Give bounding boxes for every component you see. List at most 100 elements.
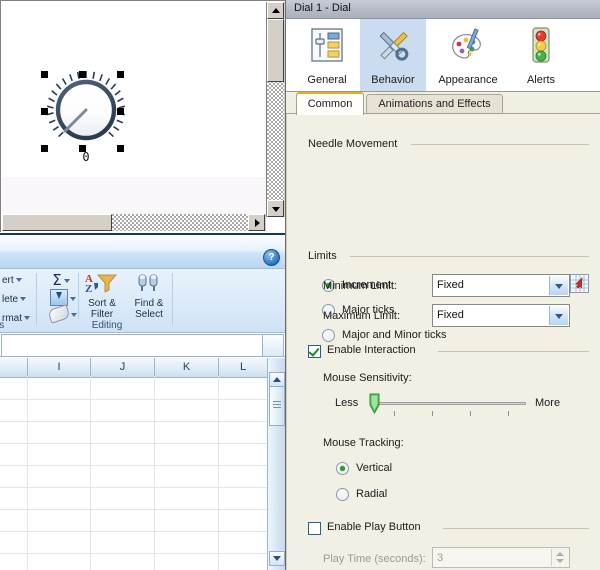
column-header-k[interactable]: K — [155, 358, 219, 376]
excel-title-area: ? — [0, 235, 285, 269]
tab-common[interactable]: Common — [296, 92, 364, 115]
scroll-down-button[interactable] — [269, 551, 285, 566]
autosum-icon[interactable]: Σ — [49, 272, 73, 288]
scroll-up-button[interactable] — [267, 2, 284, 19]
ribbon-group-label-editing: Editing — [42, 320, 172, 331]
ribbon-group-label-cells: Cells — [0, 320, 32, 331]
minimum-limit-combobox[interactable]: Fixed — [432, 274, 570, 297]
dialog-content: Needle Movement Increment Major ticks Ma… — [286, 114, 600, 570]
slider-max-label: More — [535, 397, 560, 409]
tab-appearance[interactable]: Appearance — [429, 19, 507, 91]
label-mouse-tracking: Mouse Tracking: — [323, 437, 404, 449]
group-label-enable-interaction: Enable Interaction — [327, 344, 421, 356]
ribbon-item-sort-filter[interactable]: A Z Sort & Filter — [80, 271, 124, 320]
help-icon[interactable]: ? — [263, 249, 280, 266]
play-time-input[interactable]: 3 — [432, 547, 570, 568]
selection-handle[interactable] — [41, 71, 48, 78]
label-mouse-sensitivity: Mouse Sensitivity: — [323, 372, 412, 384]
radio-vertical[interactable] — [336, 462, 349, 475]
scroll-up-button[interactable] — [269, 372, 285, 387]
ribbon-item-label: Sort & Filter — [80, 298, 124, 320]
play-time-spinner[interactable] — [551, 549, 568, 566]
play-time-value: 3 — [437, 552, 443, 564]
chevron-down-icon[interactable] — [549, 306, 568, 325]
tab-general[interactable]: General — [294, 19, 360, 91]
group-rule — [438, 351, 589, 352]
dialog-tab-strip: Common Animations and Effects — [286, 92, 600, 114]
tools-icon — [372, 25, 414, 67]
tab-label: Alerts — [508, 74, 574, 86]
mouse-sensitivity-slider-thumb[interactable] — [369, 393, 380, 415]
grid-line — [0, 399, 268, 400]
group-label-needle-movement: Needle Movement — [308, 138, 402, 150]
ribbon-separator — [36, 273, 37, 325]
radio-major-and-minor-ticks[interactable] — [322, 329, 335, 342]
group-rule — [350, 256, 589, 257]
tab-animations-and-effects[interactable]: Animations and Effects — [366, 94, 503, 114]
dial-value-label: 0 — [41, 150, 131, 164]
selection-handle[interactable] — [117, 108, 124, 115]
grid-vertical-scrollbar[interactable] — [267, 358, 285, 570]
grid-line — [0, 421, 268, 422]
ribbon-item-label: Find & Select — [126, 298, 172, 320]
scroll-down-button[interactable] — [267, 200, 284, 217]
column-header-j[interactable]: J — [91, 358, 155, 376]
cell-reference-picker-icon[interactable] — [570, 274, 589, 293]
chevron-down-icon[interactable] — [549, 276, 568, 295]
dialog-title-text: Dial 1 - Dial — [294, 2, 351, 14]
selection-handle[interactable] — [41, 108, 48, 115]
ribbon-item-insert[interactable]: ert — [2, 275, 22, 286]
tab-label: Behavior — [360, 74, 426, 86]
scrollbar-thumb[interactable] — [267, 19, 284, 82]
maximum-limit-value: Fixed — [437, 309, 464, 321]
formula-bar[interactable] — [0, 333, 285, 357]
scrollbar-thumb[interactable] — [269, 386, 285, 426]
enable-interaction-checkbox[interactable] — [308, 345, 321, 358]
radio-radial[interactable] — [336, 488, 349, 501]
column-header-l[interactable]: L — [219, 358, 268, 376]
chevron-down-icon[interactable] — [68, 293, 76, 305]
grid-line — [0, 553, 268, 554]
formula-expand-button[interactable] — [262, 334, 284, 357]
chevron-down-icon[interactable] — [16, 278, 22, 282]
selection-handle[interactable] — [117, 71, 124, 78]
radio-label-major-and-minor-ticks: Major and Minor ticks — [342, 329, 447, 341]
scrollbar-thumb[interactable] — [2, 214, 112, 231]
slider-min-label: Less — [335, 397, 358, 409]
grid-line — [0, 509, 268, 510]
design-canvas[interactable]: 0 — [0, 0, 285, 232]
ribbon-item-delete[interactable]: lete — [2, 294, 26, 305]
column-header-rownum[interactable] — [0, 358, 28, 376]
dialog-title-bar[interactable]: Dial 1 - Dial — [286, 0, 600, 19]
canvas-vertical-scrollbar[interactable] — [266, 2, 285, 217]
group-rule — [443, 528, 589, 529]
formula-input[interactable] — [1, 334, 263, 357]
ribbon-item-label: ert — [2, 275, 14, 286]
selection-handle[interactable] — [79, 71, 86, 78]
enable-play-button-checkbox[interactable] — [308, 522, 321, 535]
canvas-horizontal-scrollbar[interactable] — [2, 214, 266, 231]
chevron-down-icon[interactable] — [20, 297, 26, 301]
slider-tick — [508, 411, 509, 416]
ribbon-item-find-select[interactable]: Find & Select — [126, 271, 172, 320]
spreadsheet-grid[interactable]: I J K L — [0, 358, 285, 570]
maximum-limit-combobox[interactable]: Fixed — [432, 304, 570, 327]
dial-gauge[interactable]: 0 — [41, 65, 131, 165]
column-header-i[interactable]: I — [28, 358, 91, 376]
excel-window: ? ert lete rmat Cells Σ — [0, 233, 285, 570]
ribbon-separator — [78, 273, 79, 319]
tab-label: Appearance — [429, 74, 507, 86]
dial-properties-dialog: Dial 1 - Dial General — [285, 0, 600, 570]
left-column: 0 ? ert lete — [0, 0, 285, 570]
scroll-right-button[interactable] — [248, 214, 265, 231]
sliders-panel-icon — [306, 25, 348, 67]
svg-text:Z: Z — [85, 283, 92, 295]
fill-icon[interactable] — [50, 289, 68, 306]
tab-alerts[interactable]: Alerts — [508, 19, 574, 91]
tab-label: General — [294, 74, 360, 86]
ribbon-separator — [172, 273, 173, 325]
tab-behavior[interactable]: Behavior — [360, 19, 426, 91]
mouse-sensitivity-slider[interactable] — [370, 402, 526, 405]
grid-line — [154, 377, 155, 570]
grid-line — [0, 465, 268, 466]
